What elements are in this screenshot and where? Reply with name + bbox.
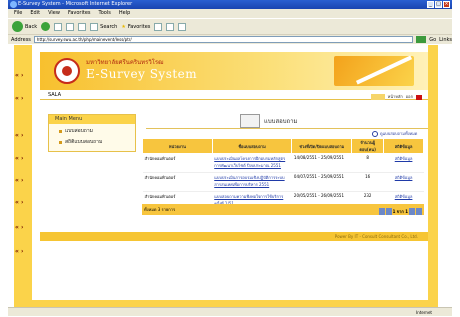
arrow-icon: « › — [15, 248, 24, 255]
logout-label[interactable]: ออก — [406, 92, 413, 102]
arrow-icon: « › — [15, 199, 24, 206]
col-count: จำนวนผู้ตอบ(คน) — [351, 138, 385, 154]
system-title: E-Survey System — [86, 67, 198, 81]
home-icon[interactable] — [78, 22, 87, 31]
col-period: ช่วงที่เปิด/ปิดแบบสอบถาม — [291, 138, 353, 154]
survey-table: หน่วยงาน ชื่อแบบสอบถาม ช่วงที่เปิด/ปิดแบ… — [142, 138, 424, 211]
home-link[interactable] — [370, 94, 385, 100]
survey-icon — [240, 114, 260, 128]
last-page-icon[interactable] — [416, 208, 422, 215]
stat-link[interactable]: สถิติข้อมูล — [383, 153, 424, 173]
side-menu-item-stats[interactable]: สถิติแบบสอบถาม — [49, 138, 135, 146]
minimize-icon[interactable]: _ — [427, 1, 434, 8]
arrow-icon: « › — [15, 132, 24, 139]
menu-help[interactable]: Help — [119, 9, 130, 18]
stat-link[interactable]: สถิติข้อมูล — [383, 172, 424, 192]
status-bar: Internet — [8, 307, 452, 316]
back-arrow-icon — [12, 21, 23, 32]
stop-icon[interactable] — [54, 22, 63, 31]
cell-unit: สำนักคอมพิวเตอร์ — [142, 153, 213, 173]
header-decoration — [334, 56, 414, 86]
arrow-icon: « › — [15, 95, 24, 102]
table-row: สำนักคอมพิวเตอร์ แบบประเมินการอบรมเชิงปฏ… — [142, 172, 424, 192]
maximize-icon[interactable]: □ — [435, 1, 442, 8]
bullet-icon — [59, 129, 62, 133]
back-button[interactable]: Back — [12, 21, 37, 32]
media-icon[interactable] — [154, 22, 163, 31]
favorites-button[interactable]: ★ Favorites — [121, 24, 150, 30]
cell-count: 8 — [351, 153, 384, 173]
arrow-icon: « › — [15, 224, 24, 231]
address-input[interactable]: http://survey.swu.ac.th/php/mainevent/le… — [33, 36, 414, 43]
side-menu-title: Main Menu — [49, 115, 135, 124]
forward-button[interactable] — [41, 22, 51, 31]
arrow-icon: « › — [15, 155, 24, 162]
print-icon[interactable] — [178, 22, 187, 31]
col-name: ชื่อแบบสอบถาม — [211, 138, 293, 154]
side-menu: Main Menu แบบสอบถาม สถิติแบบสอบถาม — [48, 114, 136, 152]
arrow-icon: « › — [15, 177, 24, 184]
col-stat: สถิติข้อมูล — [383, 138, 424, 154]
cell-count: 16 — [351, 172, 384, 192]
survey-link[interactable]: แบบประเมินการอบรมเชิงปฏิบัติการระบบสารสน… — [212, 172, 292, 192]
view-all-link[interactable]: ดูแบบสอบถามทั้งหมด — [372, 130, 417, 137]
address-label: Address — [11, 36, 31, 43]
links-label[interactable]: Links — [439, 37, 452, 43]
next-page-icon[interactable] — [409, 208, 415, 215]
first-page-icon[interactable] — [378, 208, 385, 215]
page-title: แบบสอบถาม — [240, 114, 300, 128]
window-title: E-Survey System - Microsoft Internet Exp… — [18, 1, 133, 7]
table-footer: ทั้งหมด 3 รายการ 1 จาก 1 — [142, 204, 424, 215]
ie-icon — [10, 1, 17, 8]
search-icon — [90, 22, 99, 31]
arrow-icon: « › — [15, 72, 24, 79]
user-bar: SALA หน้าหลัก ออก — [40, 90, 428, 100]
page-indicator: 1 จาก 1 — [392, 209, 408, 214]
menu-edit[interactable]: Edit — [30, 9, 40, 18]
university-logo — [54, 58, 80, 84]
search-button[interactable]: Search — [90, 22, 117, 31]
left-strip: « › « › « › « › « › « › « › « › — [14, 45, 32, 307]
site-header: มหาวิทยาลัยศรีนครินทรวิโรฒ E-Survey Syst… — [40, 52, 428, 90]
table-row: สำนักคอมพิวเตอร์ แบบประเมินผลโครงการฝึกอ… — [142, 153, 424, 173]
close-icon[interactable]: × — [443, 1, 450, 8]
go-button[interactable] — [416, 36, 427, 43]
survey-link[interactable]: แบบประเมินผลโครงการฝึกอบรมหลักสูตรการพัฒ… — [212, 153, 292, 173]
refresh-icon[interactable] — [66, 22, 75, 31]
magnifier-icon — [372, 130, 378, 137]
menu-tools[interactable]: Tools — [99, 9, 111, 18]
mail-icon[interactable] — [166, 22, 175, 31]
home-label[interactable]: หน้าหลัก — [388, 92, 403, 102]
total-count: ทั้งหมด 3 รายการ — [144, 207, 176, 212]
window-titlebar: E-Survey System - Microsoft Internet Exp… — [8, 0, 452, 9]
toolbar: Back Search ★ Favorites — [8, 18, 452, 34]
prev-page-icon[interactable] — [385, 208, 392, 215]
side-menu-item-survey[interactable]: แบบสอบถาม — [49, 127, 135, 135]
username: SALA — [48, 92, 62, 98]
logout-icon[interactable] — [416, 94, 422, 100]
menu-file[interactable]: File — [14, 9, 22, 18]
star-icon: ★ — [121, 23, 126, 30]
bullet-icon — [59, 140, 62, 144]
page-title-text: แบบสอบถาม — [264, 118, 298, 125]
menu-favorites[interactable]: Favorites — [68, 9, 91, 18]
menu-view[interactable]: View — [48, 9, 60, 18]
cell-period: 04/07/2551 - 25/09/2551 — [291, 172, 352, 192]
divider — [146, 128, 428, 129]
address-bar: Address http://survey.swu.ac.th/php/main… — [8, 34, 452, 44]
cell-period: 14/08/2551 - 25/09/2551 — [291, 153, 352, 173]
pager: 1 จาก 1 — [378, 206, 422, 217]
site-footer: Power By IT - Consult Consultant Co., Lt… — [40, 232, 428, 241]
menu-bar: File Edit View Favorites Tools Help — [8, 9, 452, 18]
university-name: มหาวิทยาลัยศรีนครินทรวิโรฒ — [86, 59, 164, 66]
col-unit: หน่วยงาน — [142, 138, 213, 154]
cell-unit: สำนักคอมพิวเตอร์ — [142, 172, 213, 192]
go-label[interactable]: Go — [429, 37, 436, 43]
